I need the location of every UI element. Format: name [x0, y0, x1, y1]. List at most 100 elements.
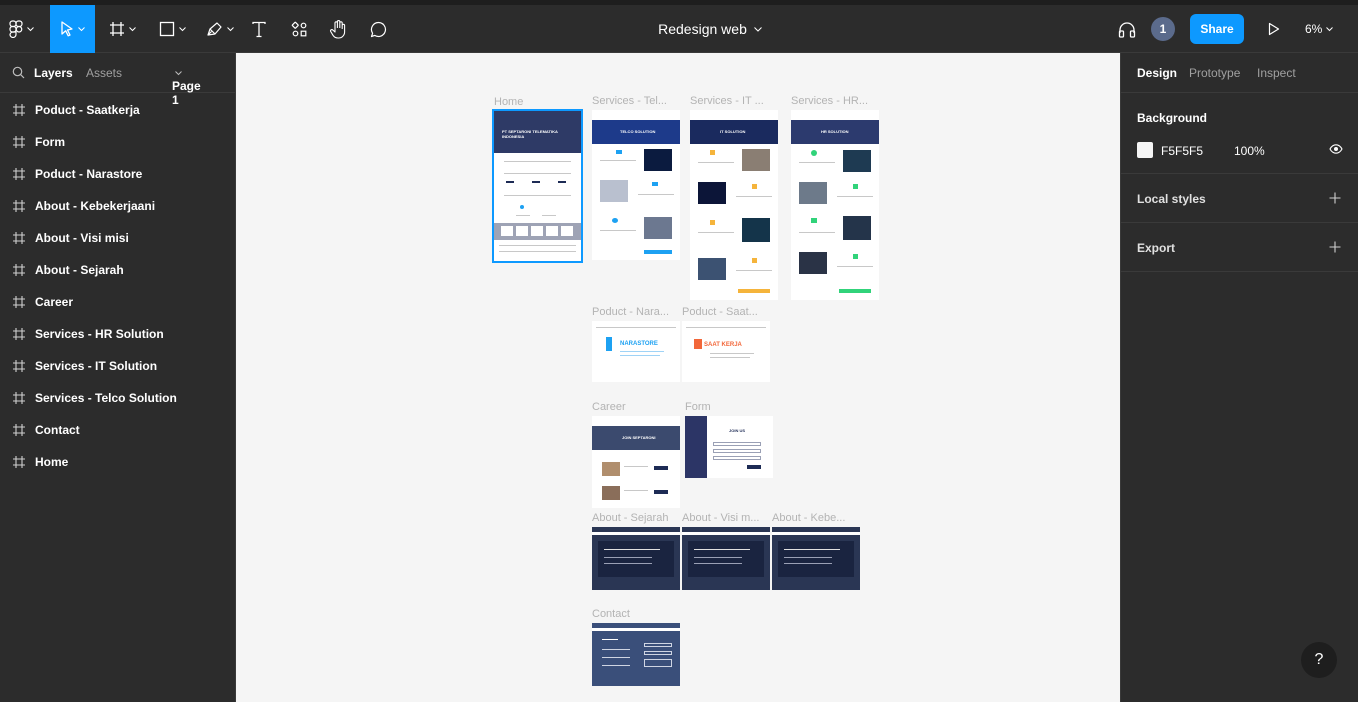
- frame-home[interactable]: PT SEPTARONI TELEMATIKA INDONESIA: [492, 109, 583, 263]
- collaborator-avatar[interactable]: 1: [1151, 17, 1175, 41]
- frame-icon: [109, 22, 124, 36]
- layer-name: Career: [35, 295, 74, 309]
- image-tile: [644, 217, 672, 239]
- search-icon[interactable]: [12, 66, 25, 79]
- main-menu-button[interactable]: [0, 5, 42, 53]
- plus-icon[interactable]: [1329, 241, 1341, 253]
- tab-layers[interactable]: Layers: [34, 66, 73, 80]
- frame-services-it[interactable]: IT SOLUTION: [690, 110, 778, 300]
- figma-logo-icon: [8, 20, 23, 38]
- shape-tool-button[interactable]: [150, 5, 194, 53]
- canvas[interactable]: Home PT SEPTARONI TELEMATIKA INDONESIA S…: [236, 53, 1120, 702]
- frame-services-telco[interactable]: TELCO SOLUTION: [592, 110, 680, 260]
- tab-assets[interactable]: Assets: [86, 66, 122, 80]
- layer-item[interactable]: Form: [0, 126, 236, 158]
- frame-label-narastore[interactable]: Poduct - Nara...: [592, 306, 676, 318]
- about-content-card: [778, 541, 854, 577]
- frame-icon: [13, 168, 25, 180]
- frame-icon: [13, 136, 25, 148]
- content-line: [504, 161, 571, 162]
- frame-form[interactable]: JOIN US: [685, 416, 773, 478]
- frame-label-it[interactable]: Services - IT ...: [690, 95, 774, 107]
- icon-dot: [752, 258, 757, 263]
- pen-tool-button[interactable]: [198, 5, 242, 53]
- background-opacity-input[interactable]: 100%: [1234, 144, 1265, 158]
- frame-label-telco[interactable]: Services - Tel...: [592, 95, 676, 107]
- text-tool-button[interactable]: [246, 5, 272, 53]
- text-icon: [252, 21, 266, 37]
- frame-label-saatkerja[interactable]: Poduct - Saat...: [682, 306, 766, 318]
- tab-inspect[interactable]: Inspect: [1257, 66, 1296, 80]
- image-tile: [644, 149, 672, 171]
- layer-item[interactable]: About - Sejarah: [0, 254, 236, 286]
- frame-label-form[interactable]: Form: [685, 401, 769, 413]
- tab-design[interactable]: Design: [1137, 66, 1177, 80]
- content-line: [624, 466, 648, 467]
- frame-product-saatkerja[interactable]: SAAT KERJA: [682, 321, 770, 382]
- resources-tool-button[interactable]: [286, 5, 312, 53]
- eye-icon[interactable]: [1329, 143, 1343, 155]
- hand-tool-button[interactable]: [325, 5, 351, 53]
- frame-contact[interactable]: [592, 623, 680, 686]
- content-line: [638, 194, 674, 195]
- frame-label-home[interactable]: Home: [494, 96, 582, 108]
- layer-item[interactable]: Services - Telco Solution: [0, 382, 236, 414]
- help-button[interactable]: ?: [1301, 642, 1337, 678]
- banner-title: JOIN SEPTARONI: [622, 435, 656, 440]
- layer-item[interactable]: Services - HR Solution: [0, 318, 236, 350]
- nav-bar: [592, 628, 680, 631]
- layer-item[interactable]: Contact: [0, 414, 236, 446]
- layer-item[interactable]: Poduct - Saatkerja: [0, 94, 236, 126]
- audio-call-button[interactable]: [1114, 5, 1140, 53]
- frame-tool-button[interactable]: [100, 5, 144, 53]
- frame-label-sejarah[interactable]: About - Sejarah: [592, 512, 676, 524]
- chevron-down-icon: [1326, 26, 1334, 31]
- layer-item[interactable]: About - Kebekerjaani: [0, 190, 236, 222]
- chevron-down-icon: [78, 26, 85, 31]
- document-title-button[interactable]: Redesign web: [600, 5, 820, 53]
- page-selector[interactable]: Page 1: [172, 66, 201, 107]
- frame-services-hr[interactable]: HR SOLUTION: [791, 110, 879, 300]
- layer-item[interactable]: Home: [0, 446, 236, 478]
- content-line: [694, 549, 750, 550]
- frame-career[interactable]: JOIN SEPTARONI: [592, 416, 680, 508]
- content-line: [542, 215, 556, 216]
- move-tool-button[interactable]: [50, 5, 95, 53]
- icon-dot: [520, 205, 524, 209]
- frame-product-narastore[interactable]: NARASTORE: [592, 321, 680, 382]
- zoom-menu[interactable]: 6%: [1305, 5, 1334, 53]
- contact-field: [644, 651, 672, 655]
- frame-about-visimisi[interactable]: [682, 527, 770, 590]
- content-line: [604, 549, 660, 550]
- frame-about-kebe[interactable]: [772, 527, 860, 590]
- partner-logo: [531, 226, 543, 236]
- present-button[interactable]: [1262, 5, 1286, 53]
- layer-name: Contact: [35, 423, 80, 437]
- share-button[interactable]: Share: [1190, 14, 1244, 44]
- layer-item[interactable]: Career: [0, 286, 236, 318]
- frame-label-hr[interactable]: Services - HR...: [791, 95, 875, 107]
- layer-item[interactable]: About - Visi misi: [0, 222, 236, 254]
- layer-item[interactable]: Poduct - Narastore: [0, 158, 236, 190]
- frame-icon: [13, 200, 25, 212]
- background-hex-input[interactable]: F5F5F5: [1161, 144, 1203, 158]
- partner-logo: [501, 226, 513, 236]
- plus-icon[interactable]: [1329, 192, 1341, 204]
- content-line: [710, 357, 750, 358]
- local-styles-section: Local styles: [1121, 174, 1358, 223]
- frame-about-sejarah[interactable]: [592, 527, 680, 590]
- comment-tool-button[interactable]: [365, 5, 391, 53]
- content-line: [837, 266, 873, 267]
- cta-button: [644, 250, 672, 254]
- frame-label-contact[interactable]: Contact: [592, 608, 676, 620]
- frame-label-career[interactable]: Career: [592, 401, 676, 413]
- frame-label-kebe[interactable]: About - Kebe...: [772, 512, 856, 524]
- layer-name: About - Kebekerjaani: [35, 199, 156, 213]
- partner-logo: [516, 226, 528, 236]
- background-swatch[interactable]: [1137, 142, 1153, 158]
- layer-item[interactable]: Services - IT Solution: [0, 350, 236, 382]
- tab-prototype[interactable]: Prototype: [1189, 66, 1240, 80]
- export-title: Export: [1137, 241, 1176, 255]
- local-styles-title: Local styles: [1137, 192, 1206, 206]
- frame-label-visimisi[interactable]: About - Visi m...: [682, 512, 766, 524]
